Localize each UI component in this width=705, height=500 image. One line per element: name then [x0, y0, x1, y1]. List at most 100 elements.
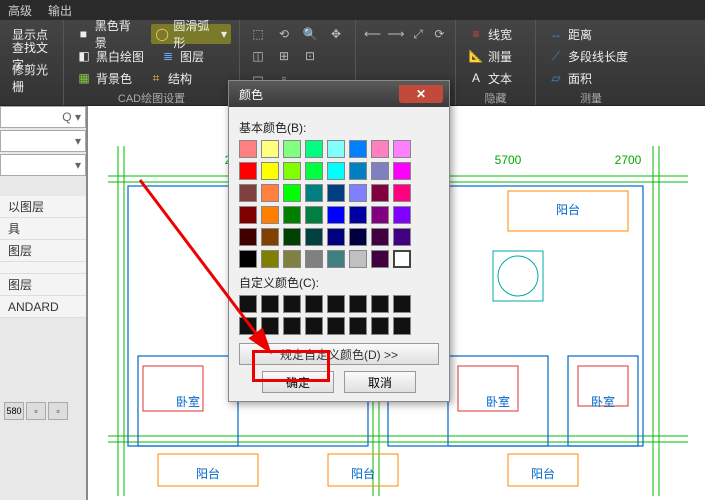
tool-icon-3[interactable]: 🔍 [300, 24, 320, 44]
close-icon[interactable]: ✕ [399, 85, 443, 103]
tool-icon-1[interactable]: ⬚ [248, 24, 268, 44]
custom-swatch[interactable] [349, 317, 367, 335]
color-swatch[interactable] [305, 162, 323, 180]
dropdown-3[interactable]: ▾ [0, 154, 86, 176]
color-swatch[interactable] [327, 140, 345, 158]
color-swatch[interactable] [349, 228, 367, 246]
bw-draw-btn[interactable]: ◧黑白绘图 [72, 46, 148, 66]
custom-swatch[interactable] [371, 295, 389, 313]
poly-length-btn[interactable]: ⟋多段线长度 [544, 46, 638, 66]
custom-swatch[interactable] [239, 317, 257, 335]
color-swatch[interactable] [327, 184, 345, 202]
color-swatch[interactable] [239, 206, 257, 224]
menu-output[interactable]: 输出 [48, 2, 72, 19]
measure-vis-btn[interactable]: 📐测量 [464, 46, 527, 66]
black-bg-btn[interactable]: ■黑色背景 [72, 24, 143, 44]
list-item[interactable]: 图层 [0, 274, 86, 296]
custom-swatch[interactable] [327, 295, 345, 313]
list-item[interactable]: 以图层 [0, 196, 86, 218]
text-vis-btn[interactable]: A文本 [464, 68, 527, 88]
color-swatch[interactable] [261, 184, 279, 202]
arc-smooth-btn[interactable]: ◯圆滑弧形 ▾ [151, 24, 231, 44]
color-swatch[interactable] [349, 162, 367, 180]
structure-btn[interactable]: ⌗结构 [144, 68, 196, 88]
color-swatch[interactable] [283, 228, 301, 246]
color-swatch[interactable] [305, 250, 323, 268]
color-swatch[interactable] [393, 228, 411, 246]
list-item[interactable]: ANDARD [0, 296, 86, 318]
custom-swatch[interactable] [239, 295, 257, 313]
list-item[interactable]: 图层 [0, 240, 86, 262]
custom-swatch[interactable] [393, 295, 411, 313]
custom-swatch[interactable] [261, 295, 279, 313]
color-swatch[interactable] [393, 140, 411, 158]
color-swatch[interactable] [261, 140, 279, 158]
define-custom-color-btn[interactable]: 规定自定义颜色(D) >> [239, 343, 439, 365]
color-swatch[interactable] [371, 162, 389, 180]
custom-swatch[interactable] [305, 317, 323, 335]
tool-icon-5[interactable]: ◫ [248, 46, 268, 66]
color-swatch[interactable] [327, 206, 345, 224]
cancel-button[interactable]: 取消 [344, 371, 416, 393]
menu-advanced[interactable]: 高级 [8, 2, 32, 19]
color-swatch[interactable] [261, 162, 279, 180]
tool-icon-7[interactable]: ⊡ [300, 46, 320, 66]
color-swatch[interactable] [239, 228, 257, 246]
color-swatch[interactable] [283, 206, 301, 224]
nav-refresh-icon[interactable]: ⟳ [432, 24, 447, 44]
color-swatch[interactable] [239, 140, 257, 158]
color-swatch[interactable] [239, 162, 257, 180]
mini-btn-3[interactable]: ▫ [48, 402, 68, 420]
custom-swatch[interactable] [371, 317, 389, 335]
linewidth-btn[interactable]: ≡线宽 [464, 24, 527, 44]
color-swatch[interactable] [371, 140, 389, 158]
custom-swatch[interactable] [283, 295, 301, 313]
color-swatch[interactable] [371, 206, 389, 224]
color-swatch[interactable] [239, 184, 257, 202]
area-btn[interactable]: ▱面积 [544, 68, 638, 88]
custom-swatch[interactable] [393, 317, 411, 335]
color-swatch[interactable] [283, 162, 301, 180]
color-swatch[interactable] [305, 206, 323, 224]
custom-swatch[interactable] [349, 295, 367, 313]
color-swatch[interactable] [305, 184, 323, 202]
mini-btn-2[interactable]: ▫ [26, 402, 46, 420]
color-swatch[interactable] [349, 206, 367, 224]
color-swatch[interactable] [327, 250, 345, 268]
dropdown-2[interactable]: ▾ [0, 130, 86, 152]
custom-swatch[interactable] [305, 295, 323, 313]
color-swatch[interactable] [393, 162, 411, 180]
custom-swatch[interactable] [327, 317, 345, 335]
list-item[interactable]: 具 [0, 218, 86, 240]
nav-fwd-icon[interactable]: ⟶ [387, 24, 404, 44]
custom-swatch[interactable] [261, 317, 279, 335]
color-swatch[interactable] [239, 250, 257, 268]
bg-color-btn[interactable]: ▦背景色 [72, 68, 136, 88]
mini-btn-1[interactable]: 580 [4, 402, 24, 420]
color-swatch[interactable] [283, 250, 301, 268]
color-swatch[interactable] [305, 228, 323, 246]
tool-icon-2[interactable]: ⟲ [274, 24, 294, 44]
color-swatch[interactable] [393, 184, 411, 202]
nav-back-icon[interactable]: ⟵ [364, 24, 381, 44]
tool-icon-6[interactable]: ⊞ [274, 46, 294, 66]
nav-zoom-icon[interactable]: ⤢ [410, 24, 425, 44]
trim-grid-btn[interactable]: 修剪光栅 [8, 68, 55, 88]
color-swatch[interactable] [371, 228, 389, 246]
distance-btn[interactable]: ↔距离 [544, 24, 638, 44]
dropdown-1[interactable]: Q ▾ [0, 106, 86, 128]
color-swatch[interactable] [327, 162, 345, 180]
color-swatch[interactable] [393, 250, 411, 268]
color-swatch[interactable] [349, 184, 367, 202]
color-swatch[interactable] [393, 206, 411, 224]
color-swatch[interactable] [261, 250, 279, 268]
color-swatch[interactable] [349, 250, 367, 268]
color-swatch[interactable] [371, 184, 389, 202]
color-swatch[interactable] [261, 206, 279, 224]
color-swatch[interactable] [305, 140, 323, 158]
color-swatch[interactable] [261, 228, 279, 246]
layer-btn[interactable]: ≣图层 [156, 46, 208, 66]
color-swatch[interactable] [371, 250, 389, 268]
tool-icon-4[interactable]: ✥ [326, 24, 346, 44]
color-swatch[interactable] [349, 140, 367, 158]
